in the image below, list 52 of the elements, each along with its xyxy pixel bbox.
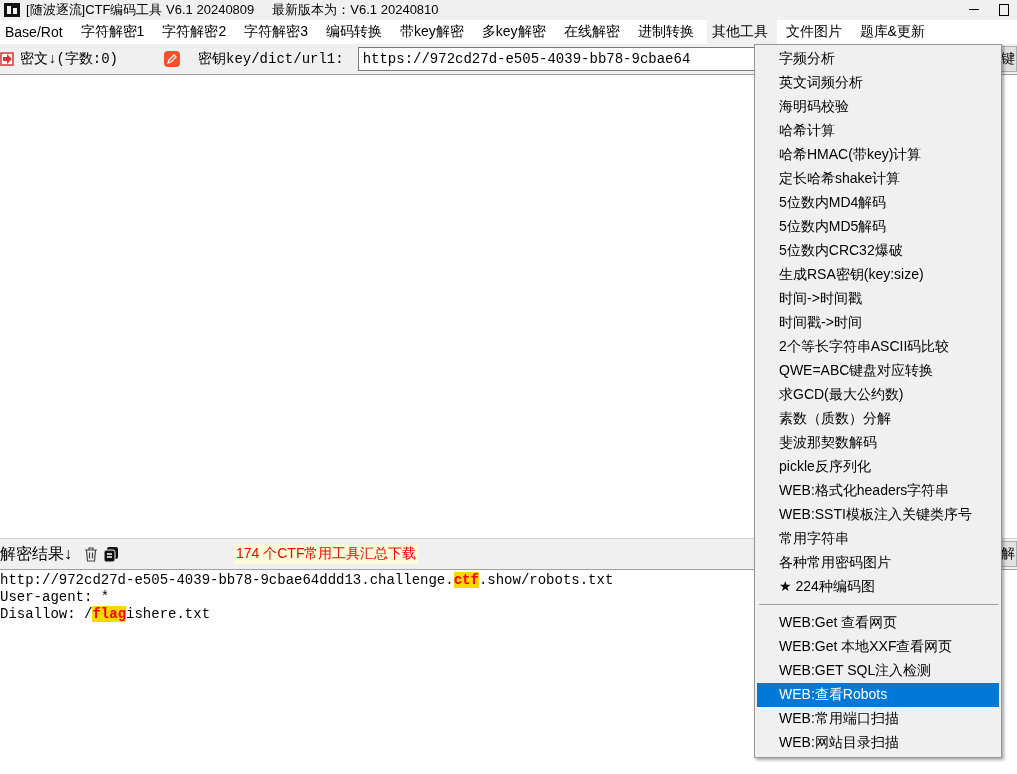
dropdown-item[interactable]: 5位数内MD4解码: [757, 191, 999, 215]
dropdown-item[interactable]: 生成RSA密钥(key:size): [757, 263, 999, 287]
download-link[interactable]: 174 个CTF常用工具汇总下载: [234, 544, 419, 564]
dropdown-item[interactable]: 求GCD(最大公约数): [757, 383, 999, 407]
dropdown-item[interactable]: 英文词频分析: [757, 71, 999, 95]
menu-item[interactable]: 文件图片: [780, 20, 851, 44]
dropdown-item[interactable]: 5位数内CRC32爆破: [757, 239, 999, 263]
key-label: 密钥key/dict/url1:: [198, 50, 344, 68]
dropdown-item[interactable]: 常用字符串: [757, 527, 999, 551]
dropdown-item[interactable]: 时间戳->时间: [757, 311, 999, 335]
dropdown-item[interactable]: ★ 224种编码图: [757, 575, 999, 599]
dropdown-item[interactable]: 哈希HMAC(带key)计算: [757, 143, 999, 167]
menu-item[interactable]: Base/Rot: [0, 21, 72, 43]
dropdown-item[interactable]: WEB:常用端口扫描: [757, 707, 999, 731]
dropdown-item[interactable]: WEB:Get 本地XXF查看网页: [757, 635, 999, 659]
menu-item[interactable]: 其他工具: [706, 20, 777, 44]
dropdown-item[interactable]: WEB:查看Robots: [757, 683, 999, 707]
result-label: 解密结果↓: [0, 543, 72, 564]
dropdown-item[interactable]: WEB:格式化headers字符串: [757, 479, 999, 503]
dropdown-item[interactable]: WEB:SSTI模板注入关键类序号: [757, 503, 999, 527]
menu-item[interactable]: 编码转换: [321, 20, 391, 44]
menu-item[interactable]: 多key解密: [476, 20, 555, 44]
dropdown-item[interactable]: 素数（质数）分解: [757, 407, 999, 431]
dropdown-item[interactable]: QWE=ABC键盘对应转换: [757, 359, 999, 383]
output-line: User-agent: *: [0, 589, 111, 606]
menu-item[interactable]: 字符解密2: [157, 20, 236, 44]
dropdown-item[interactable]: 海明码校验: [757, 95, 999, 119]
trash-icon[interactable]: [84, 546, 98, 562]
dropdown-item[interactable]: 斐波那契数解码: [757, 431, 999, 455]
dropdown-item[interactable]: 5位数内MD5解码: [757, 215, 999, 239]
cipher-label: 密文↓(字数:0): [20, 50, 118, 68]
dropdown-item[interactable]: 时间->时间戳: [757, 287, 999, 311]
app-logo-icon: [4, 3, 20, 17]
dropdown-item[interactable]: WEB:Get 查看网页: [757, 611, 999, 635]
dropdown-item[interactable]: 定长哈希shake计算: [757, 167, 999, 191]
dropdown-item[interactable]: 各种常用密码图片: [757, 551, 999, 575]
maximize-icon[interactable]: [999, 4, 1009, 16]
dropdown-item[interactable]: 2个等长字符串ASCII码比较: [757, 335, 999, 359]
pencil-icon[interactable]: [164, 51, 180, 67]
menu-item[interactable]: 题库&更新: [854, 20, 934, 44]
dropdown-item[interactable]: WEB:GET SQL注入检测: [757, 659, 999, 683]
menu-item[interactable]: 字符解密3: [239, 20, 317, 44]
import-arrow-icon[interactable]: [0, 52, 14, 66]
dropdown-item[interactable]: pickle反序列化: [757, 455, 999, 479]
dropdown-item[interactable]: 哈希计算: [757, 119, 999, 143]
dropdown-item[interactable]: WEB:网站目录扫描: [757, 731, 999, 755]
menu-item[interactable]: 带key解密: [395, 20, 473, 44]
copy-icon[interactable]: [104, 546, 118, 562]
menu-item[interactable]: 进制转换: [632, 20, 703, 44]
window-title: [随波逐流]CTF编码工具 V6.1 20240809 最新版本为：V6.1 20240810: [26, 1, 439, 19]
menu-item[interactable]: 字符解密1: [75, 20, 154, 44]
menu-item[interactable]: 在线解密: [558, 20, 629, 44]
